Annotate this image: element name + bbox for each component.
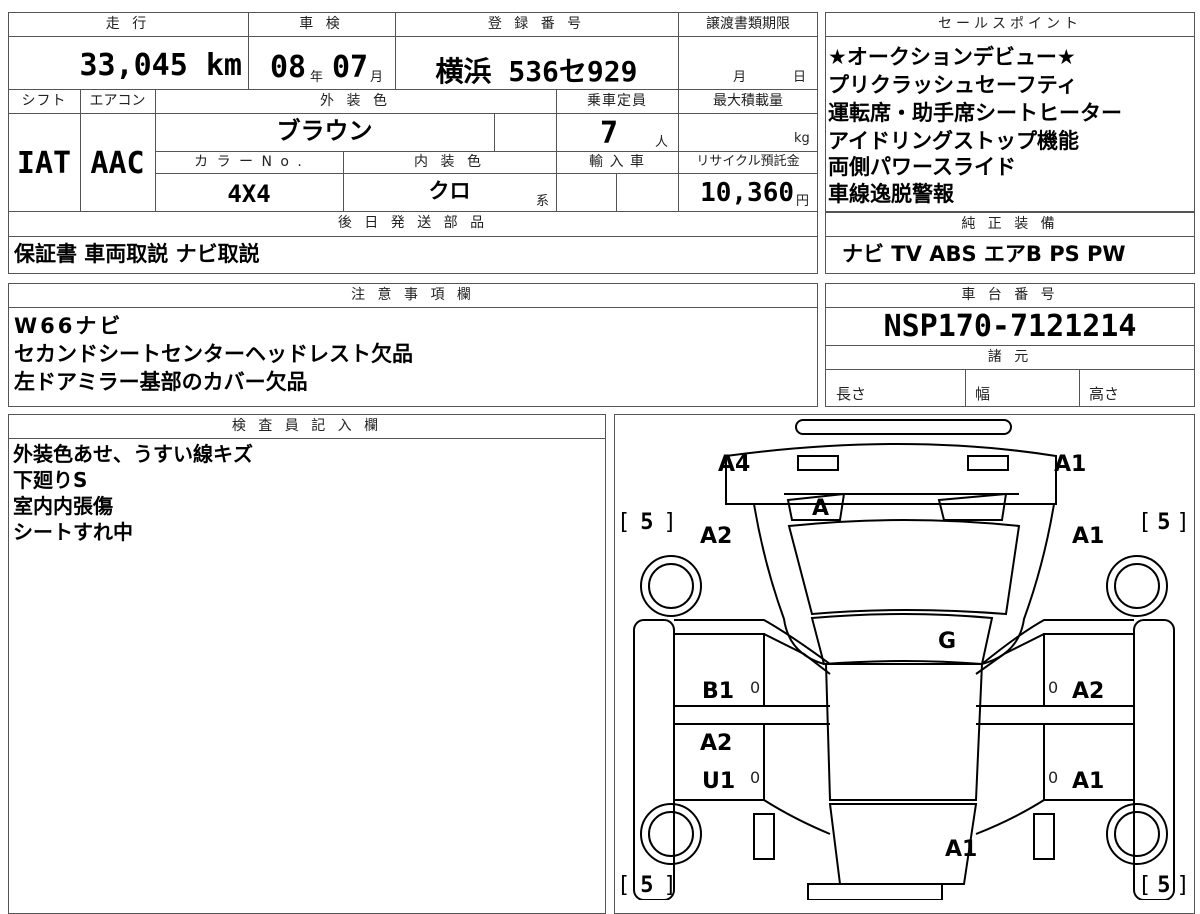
aircon-value: AAC bbox=[90, 146, 145, 181]
mileage-header: 走 行 bbox=[105, 16, 151, 32]
note-1: W66ナビ bbox=[14, 314, 124, 338]
inspector-note-4: シートすれ中 bbox=[13, 520, 133, 544]
inspection-month: 07 bbox=[332, 50, 369, 85]
capacity-header: 乗車定員 bbox=[587, 93, 647, 109]
damage-front-left: A4 bbox=[718, 452, 751, 477]
inspection-month-unit: 月 bbox=[370, 70, 384, 85]
inspector-header: 検 査 員 記 入 欄 bbox=[231, 418, 383, 434]
spec-height: 高さ bbox=[1089, 385, 1120, 403]
tire-value: 5 bbox=[1157, 873, 1171, 898]
later-parts-value: 保証書 車両取説 ナビ取説 bbox=[14, 242, 260, 266]
damage-right-rear-door: A1 bbox=[1072, 769, 1105, 794]
recycle-fee-unit: 円 bbox=[796, 194, 810, 209]
divider bbox=[616, 173, 617, 212]
inspection-year-unit: 年 bbox=[310, 70, 324, 85]
zero-mark: 0 bbox=[750, 768, 761, 787]
exterior-color-header: 外 装 色 bbox=[320, 93, 391, 109]
tire-tread-rear-left: [5] bbox=[617, 873, 677, 898]
damage-roof: G bbox=[938, 629, 957, 654]
damage-left-rear-door: U1 bbox=[702, 769, 736, 794]
shift-value: IAT bbox=[16, 146, 72, 181]
note-2: セカンドシートセンターヘッドレスト欠品 bbox=[14, 342, 413, 366]
sales-points-header: セールスポイント bbox=[938, 16, 1082, 32]
damage-left-rear-door-top: A2 bbox=[700, 731, 733, 756]
aircon-header: エアコン bbox=[89, 93, 146, 109]
notes-header: 注 意 事 項 欄 bbox=[351, 287, 475, 303]
divider bbox=[8, 438, 606, 439]
divider bbox=[8, 236, 818, 237]
inspection-header: 車 検 bbox=[299, 16, 344, 32]
chassis-header: 車 台 番 号 bbox=[961, 287, 1059, 303]
inspector-note-3: 室内内張傷 bbox=[13, 494, 113, 518]
interior-color-header: 内 装 色 bbox=[414, 154, 485, 170]
inspector-note-2: 下廻りS bbox=[13, 468, 88, 492]
transfer-deadline-header: 譲渡書類期限 bbox=[706, 16, 790, 32]
sales-point-6: 車線逸脱警報 bbox=[828, 182, 954, 206]
exterior-color-value: ブラウン bbox=[276, 117, 373, 145]
divider bbox=[825, 369, 1195, 370]
divider bbox=[8, 307, 818, 308]
mileage-value: 33,045 km bbox=[79, 48, 242, 83]
divider bbox=[494, 113, 495, 152]
transfer-month-unit: 月 bbox=[733, 70, 747, 85]
later-parts-header: 後 日 発 送 部 品 bbox=[337, 215, 489, 231]
chassis-value: NSP170-7121214 bbox=[883, 309, 1137, 344]
sales-point-1: ★オークションデビュー★ bbox=[828, 45, 1076, 69]
tire-value: 5 bbox=[1157, 510, 1171, 535]
tire-tread-front-right: [5] bbox=[1138, 510, 1190, 535]
tire-tread-rear-right: [5] bbox=[1138, 873, 1190, 898]
specs-header: 諸 元 bbox=[987, 349, 1033, 365]
capacity-unit: 人 bbox=[655, 135, 669, 150]
damage-right-front-fender: A1 bbox=[1072, 524, 1105, 549]
zero-mark: 0 bbox=[750, 678, 761, 697]
tire-value: 5 bbox=[640, 510, 654, 535]
capacity-value: 7 bbox=[600, 116, 619, 151]
max-load-header: 最大積載量 bbox=[713, 93, 783, 109]
damage-rear: A1 bbox=[945, 837, 978, 862]
damage-right-front-door: A2 bbox=[1072, 679, 1105, 704]
recycle-fee-header: リサイクル預託金 bbox=[696, 154, 800, 169]
divider bbox=[825, 236, 1195, 237]
damage-left-front-fender: A2 bbox=[700, 524, 733, 549]
divider bbox=[1079, 369, 1080, 407]
max-load-unit: kg bbox=[794, 131, 810, 146]
zero-mark: 0 bbox=[1048, 678, 1059, 697]
note-3: 左ドアミラー基部のカバー欠品 bbox=[14, 370, 308, 394]
transfer-day-unit: 日 bbox=[793, 70, 807, 85]
registration-value: 横浜 536セ929 bbox=[435, 55, 638, 88]
sales-point-2: プリクラッシュセーフティ bbox=[828, 73, 1078, 97]
divider bbox=[825, 36, 1195, 37]
divider bbox=[965, 369, 966, 407]
divider bbox=[8, 36, 818, 37]
recycle-fee-value: 10,360 bbox=[700, 178, 794, 208]
tire-value: 5 bbox=[640, 873, 654, 898]
import-header: 輸 入 車 bbox=[589, 154, 645, 170]
shift-header: シフト bbox=[21, 93, 67, 109]
inspector-note-1: 外装色あせ、うすい線キズ bbox=[13, 442, 253, 466]
car-outline-icon bbox=[633, 419, 1175, 900]
damage-front-right: A1 bbox=[1054, 452, 1087, 477]
damage-left-front-door: B1 bbox=[702, 679, 735, 704]
spec-width: 幅 bbox=[975, 385, 991, 403]
registration-header: 登 録 番 号 bbox=[487, 16, 586, 32]
spec-length: 長さ bbox=[836, 385, 867, 403]
interior-color-value: クロ bbox=[428, 179, 471, 203]
sales-point-3: 運転席・助手席シートヒーター bbox=[828, 101, 1122, 125]
sales-point-5: 両側パワースライド bbox=[828, 155, 1016, 179]
color-no-value: 4X4 bbox=[227, 180, 271, 208]
divider bbox=[155, 173, 818, 174]
color-no-header: カ ラ ー N o . bbox=[194, 154, 304, 170]
inspector-box bbox=[8, 414, 606, 914]
divider bbox=[8, 113, 818, 114]
damage-windshield: A bbox=[812, 496, 830, 521]
factory-equipment-header: 純 正 装 備 bbox=[961, 216, 1059, 232]
sales-point-4: アイドリングストップ機能 bbox=[828, 129, 1079, 153]
interior-suffix: 系 bbox=[536, 194, 550, 209]
inspection-year: 08 bbox=[270, 50, 307, 85]
tire-tread-front-left: [5] bbox=[617, 510, 677, 535]
divider bbox=[825, 307, 1195, 308]
factory-equipment-value: ナビ TV ABS エアB PS PW bbox=[842, 242, 1126, 266]
zero-mark: 0 bbox=[1048, 768, 1059, 787]
